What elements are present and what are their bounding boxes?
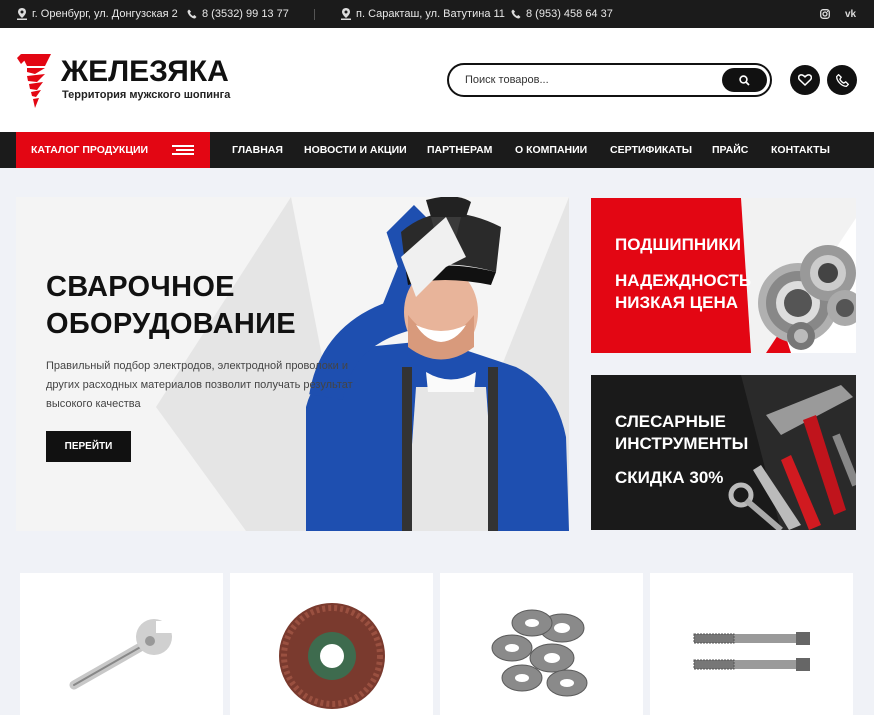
phone-2-text: 8 (953) 458 64 37 [526, 8, 613, 20]
banner-bearings-title: ПОДШИПНИКИ [615, 235, 741, 254]
search-button[interactable] [722, 68, 767, 92]
divider [314, 9, 315, 20]
address-2-text: п. Саракташ, ул. Ватутина 11 [356, 8, 505, 20]
logo-title[interactable]: ЖЕЛЕЗЯКА [61, 57, 229, 87]
hero-slider[interactable]: СВАРОЧНОЕ ОБОРУДОВАНИЕ Правильный подбор… [16, 197, 569, 531]
vk-icon[interactable]: vk [845, 0, 856, 28]
banner-tools[interactable]: СЛЕСАРНЫЕ ИНСТРУМЕНТЫ СКИДКА 30% [591, 375, 856, 530]
banner-tools-line2: ИНСТРУМЕНТЫ [615, 434, 749, 453]
banner-bearings[interactable]: ПОДШИПНИКИ НАДЕЖДНОСТЬ НИЗКАЯ ЦЕНА [591, 198, 856, 353]
phone-1-text: 8 (3532) 99 13 77 [202, 8, 289, 20]
catalog-label: КАТАЛОГ ПРОДУКЦИИ [31, 144, 149, 156]
banner-bearings-line3: НИЗКАЯ ЦЕНА [615, 293, 739, 312]
banner-tools-line3: СКИДКА 30% [615, 468, 724, 487]
search-input[interactable]: Поиск товаров... [465, 74, 549, 86]
location-pin-icon [341, 8, 351, 20]
product-card[interactable] [440, 573, 643, 715]
hero-title: СВАРОЧНОЕ ОБОРУДОВАНИЕ [46, 271, 296, 340]
product-card[interactable] [20, 573, 223, 715]
search-bar: Поиск товаров... [447, 63, 772, 97]
logo-icon[interactable] [15, 50, 57, 115]
search-icon [739, 74, 750, 86]
address-2[interactable]: п. Саракташ, ул. Ватутина 11 [341, 0, 505, 28]
flap-disc-image [279, 603, 385, 709]
product-card[interactable] [230, 573, 433, 715]
instagram-icon[interactable] [820, 0, 830, 28]
nav-item-price[interactable]: ПРАЙС [712, 132, 748, 168]
logo-subtitle: Территория мужского шопинга [62, 89, 231, 101]
address-1-text: г. Оренбург, ул. Донгузская 2 [32, 8, 178, 20]
product-card[interactable] [650, 573, 853, 715]
menu-icon[interactable] [172, 145, 194, 157]
phone-1[interactable]: 8 (3532) 99 13 77 [187, 0, 289, 28]
nav-item-news[interactable]: НОВОСТИ И АКЦИИ [304, 132, 407, 168]
nav-item-certificates[interactable]: СЕРТИФИКАТЫ [610, 132, 692, 168]
top-bar: г. Оренбург, ул. Донгузская 2 8 (3532) 9… [0, 0, 874, 28]
call-button[interactable] [827, 65, 857, 95]
banner-tools-title: СЛЕСАРНЫЕ [615, 412, 726, 431]
nav-item-partners[interactable]: ПАРТНЕРАМ [427, 132, 492, 168]
hero-description: Правильный подбор электродов, электродно… [46, 360, 353, 410]
wrench-image [69, 619, 178, 690]
location-pin-icon [17, 8, 27, 20]
phone-icon [835, 73, 849, 87]
nav-item-about[interactable]: О КОМПАНИИ [515, 132, 587, 168]
washers-image [491, 609, 588, 697]
nav-item-home[interactable]: ГЛАВНАЯ [232, 132, 283, 168]
banner-bearings-line2: НАДЕЖДНОСТЬ [615, 271, 752, 290]
favorites-button[interactable] [790, 65, 820, 95]
heart-icon [798, 74, 812, 86]
address-1[interactable]: г. Оренбург, ул. Донгузская 2 [17, 0, 178, 28]
phone-2[interactable]: 8 (953) 458 64 37 [511, 0, 613, 28]
phone-icon [187, 9, 197, 19]
hero-button[interactable]: ПЕРЕЙТИ [46, 431, 131, 462]
phone-icon [511, 9, 521, 19]
nav-item-contacts[interactable]: КОНТАКТЫ [771, 132, 830, 168]
taps-image [693, 632, 810, 671]
